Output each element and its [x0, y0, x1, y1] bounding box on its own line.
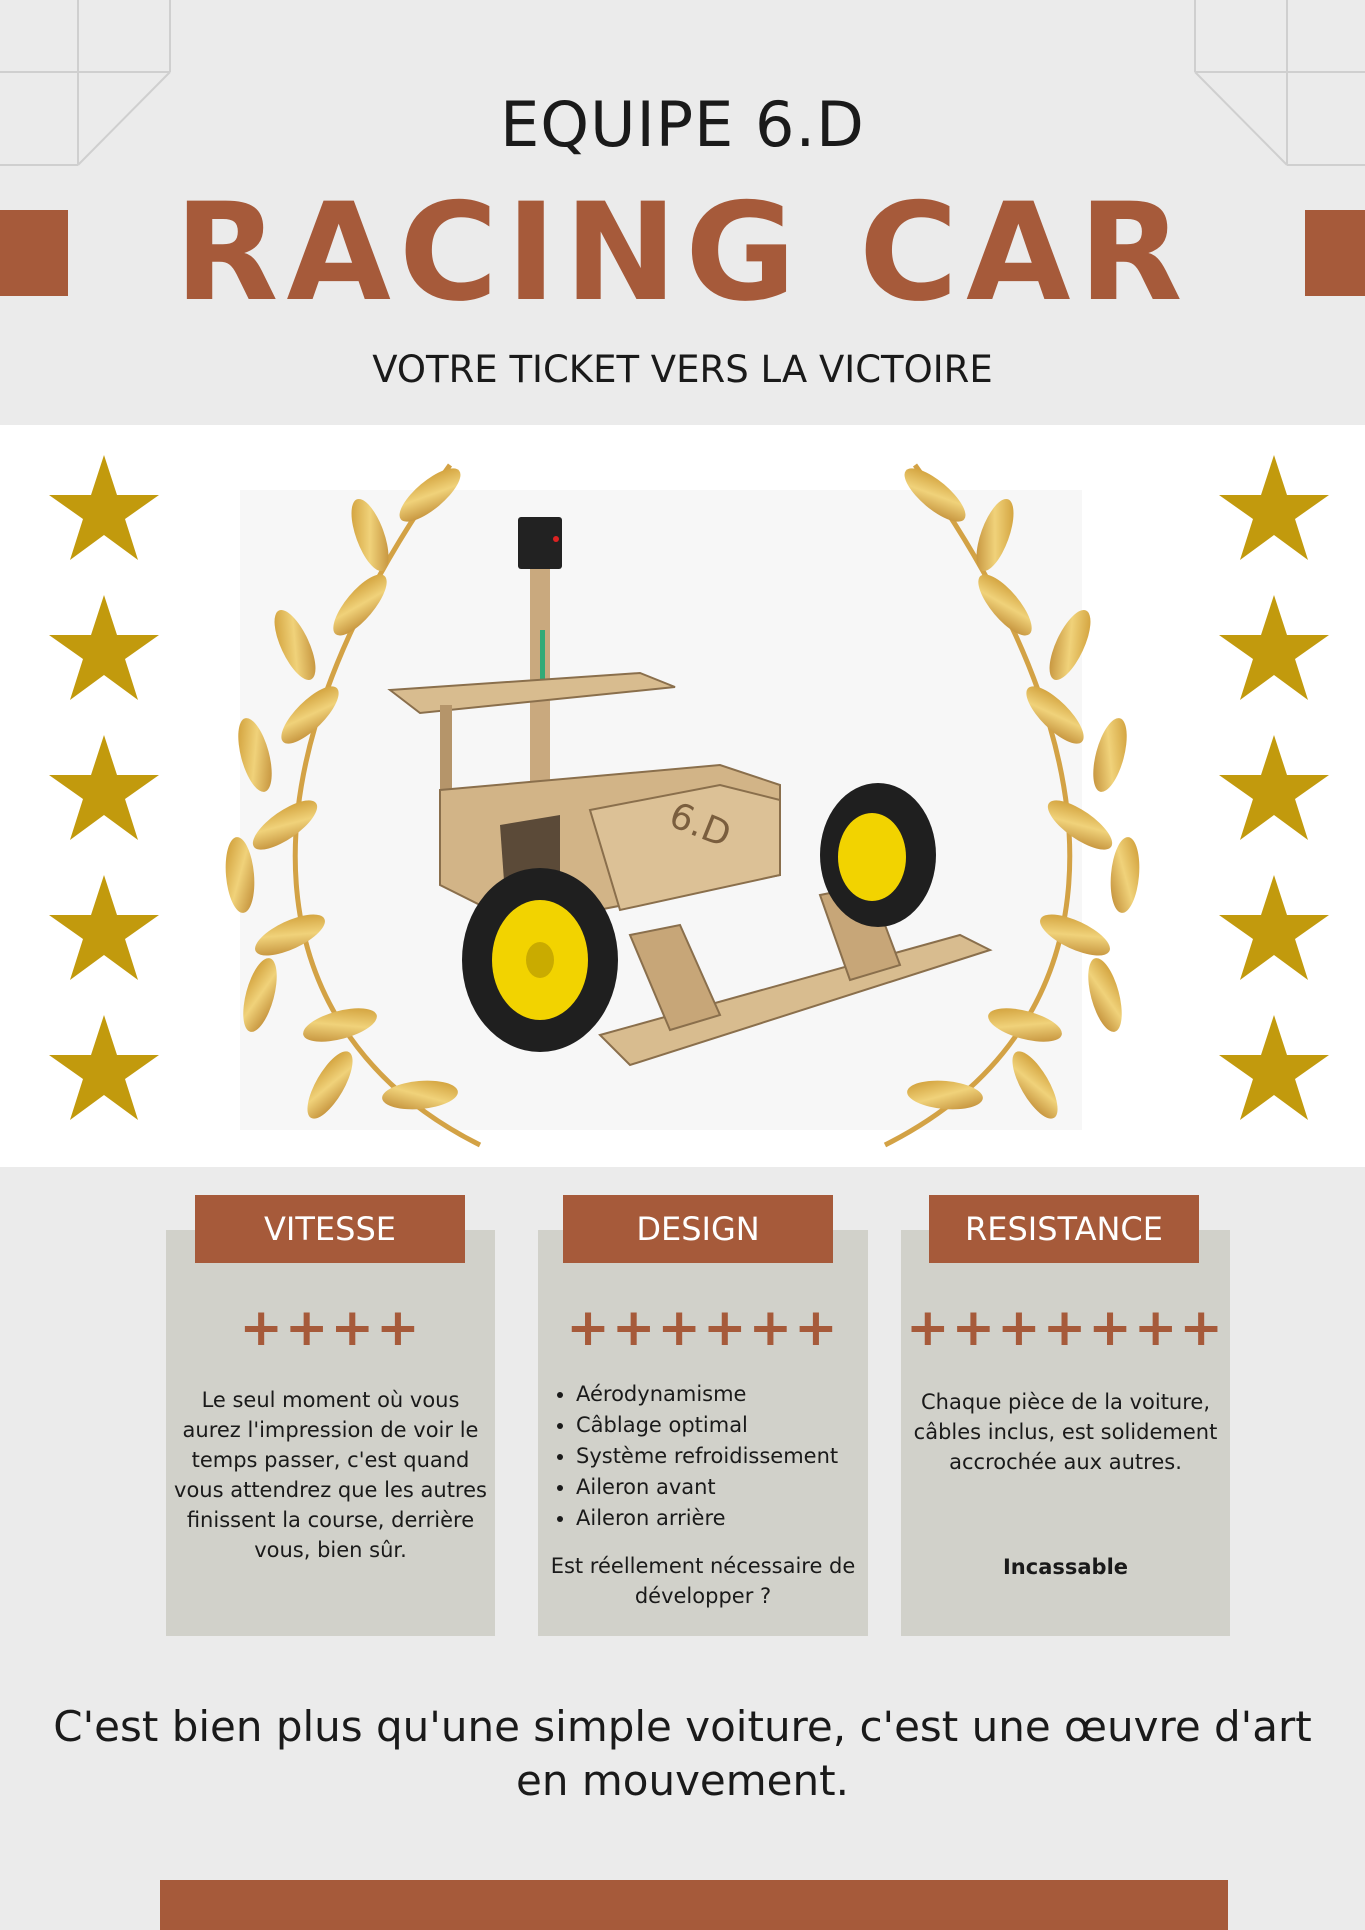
list-item: Aérodynamisme — [576, 1379, 886, 1410]
card-design-text: Est réellement nécessaire de développer … — [550, 1554, 856, 1608]
star-icon — [49, 455, 159, 560]
card-design-rating: ++++++ — [566, 1298, 840, 1358]
car-icon — [387, 517, 993, 1067]
star-icon — [49, 595, 159, 700]
card-vitesse-title: VITESSE — [195, 1195, 465, 1263]
star-icon — [49, 875, 159, 980]
laurel-right-icon — [883, 459, 1143, 1148]
card-resistance-emphasis: Incassable — [1002, 1555, 1129, 1579]
card-resistance-title: RESISTANCE — [929, 1195, 1199, 1263]
stars-column-left — [49, 455, 159, 1120]
card-design-title: DESIGN — [563, 1195, 833, 1263]
star-icon — [1219, 595, 1329, 700]
list-item: Système refroidissement — [576, 1441, 886, 1472]
footer-bar — [160, 1880, 1228, 1930]
card-vitesse-rating: ++++ — [239, 1298, 422, 1358]
card-vitesse-text: Le seul moment où vous aurez l'impressio… — [174, 1388, 487, 1562]
list-item: Câblage optimal — [576, 1410, 886, 1441]
star-icon — [1219, 735, 1329, 840]
card-resistance-text: Chaque pièce de la voiture, câbles inclu… — [913, 1390, 1218, 1474]
tagline: C'est bien plus qu'une simple voiture, c… — [53, 1702, 1312, 1805]
star-icon — [1219, 875, 1329, 980]
star-icon — [1219, 455, 1329, 560]
star-icon — [49, 735, 159, 840]
team-name: EQUIPE 6.D — [500, 88, 865, 161]
page-title: RACING CAR — [174, 174, 1191, 331]
list-item: Aileron avant — [576, 1472, 886, 1503]
list-item: Aileron arrière — [576, 1503, 886, 1534]
star-icon — [1219, 1015, 1329, 1120]
card-design-list: Aérodynamisme Câblage optimal Système re… — [548, 1379, 886, 1534]
star-icon — [49, 1015, 159, 1120]
stars-column-right — [1219, 455, 1329, 1120]
subtitle: VOTRE TICKET VERS LA VICTOIRE — [372, 348, 993, 391]
card-resistance-rating: +++++++ — [906, 1298, 1225, 1358]
